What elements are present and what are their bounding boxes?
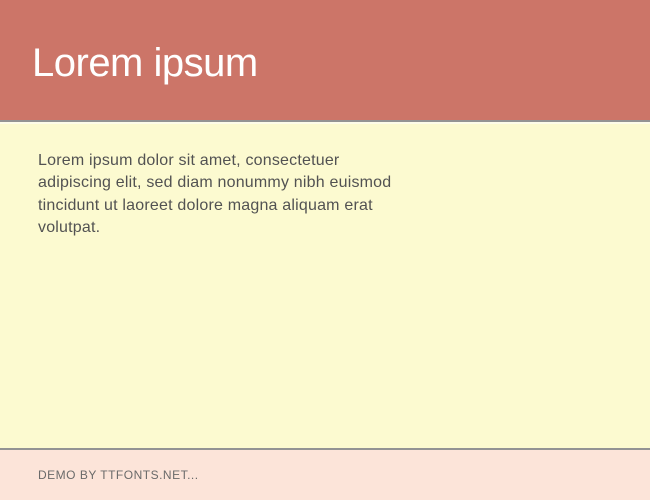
content-section: Lorem ipsum dolor sit amet, consectetuer… xyxy=(0,120,650,450)
header-section: Lorem ipsum xyxy=(0,0,650,120)
footer-credit: DEMO BY TTFONTS.NET... xyxy=(38,468,199,482)
page-title: Lorem ipsum xyxy=(32,41,258,86)
footer-section: DEMO BY TTFONTS.NET... xyxy=(0,450,650,500)
body-paragraph: Lorem ipsum dolor sit amet, consectetuer… xyxy=(38,150,398,240)
